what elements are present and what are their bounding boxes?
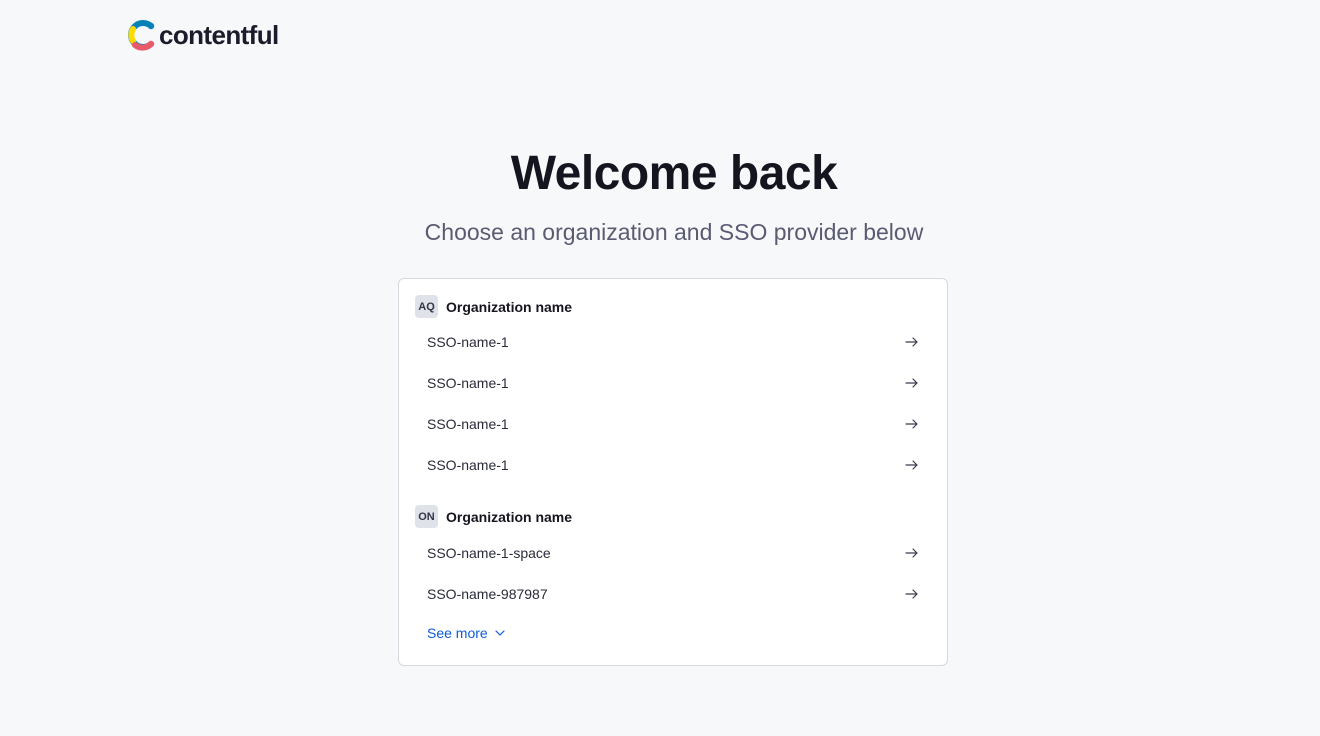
sso-provider-label: SSO-name-1-space — [427, 545, 551, 561]
org-header: AQ Organization name — [415, 295, 572, 318]
sso-provider-label: SSO-name-1 — [427, 334, 509, 350]
sso-provider-label: SSO-name-987987 — [427, 586, 548, 602]
sso-provider-item[interactable]: SSO-name-1 — [411, 324, 935, 360]
sso-provider-label: SSO-name-1 — [427, 416, 509, 432]
contentful-logo[interactable]: contentful — [127, 19, 279, 51]
arrow-right-icon — [905, 337, 918, 347]
sso-provider-item[interactable]: SSO-name-1-space — [411, 535, 935, 571]
sso-provider-label: SSO-name-1 — [427, 457, 509, 473]
sso-provider-item[interactable]: SSO-name-987987 — [411, 576, 935, 612]
sso-provider-label: SSO-name-1 — [427, 375, 509, 391]
see-more-button[interactable]: See more — [427, 625, 506, 641]
arrow-right-icon — [905, 460, 918, 470]
org-avatar: AQ — [415, 295, 438, 318]
logo-wordmark: contentful — [159, 20, 279, 50]
org-avatar: ON — [415, 505, 438, 528]
arrow-right-icon — [905, 548, 918, 558]
org-header: ON Organization name — [415, 505, 572, 528]
sso-provider-item[interactable]: SSO-name-1 — [411, 365, 935, 401]
sso-provider-item[interactable]: SSO-name-1 — [411, 406, 935, 442]
sso-provider-item[interactable]: SSO-name-1 — [411, 447, 935, 483]
arrow-right-icon — [905, 378, 918, 388]
page-title: Welcome back — [510, 147, 838, 200]
sso-provider-card: AQ Organization name SSO-name-1 SSO-name… — [398, 278, 948, 666]
arrow-right-icon — [905, 589, 918, 599]
page-subtitle: Choose an organization and SSO provider … — [424, 219, 924, 245]
see-more-label: See more — [427, 625, 488, 641]
arrow-right-icon — [905, 419, 918, 429]
org-name: Organization name — [446, 298, 573, 315]
contentful-logo-icon — [128, 20, 155, 51]
chevron-down-icon — [495, 630, 505, 636]
org-name: Organization name — [446, 508, 573, 525]
